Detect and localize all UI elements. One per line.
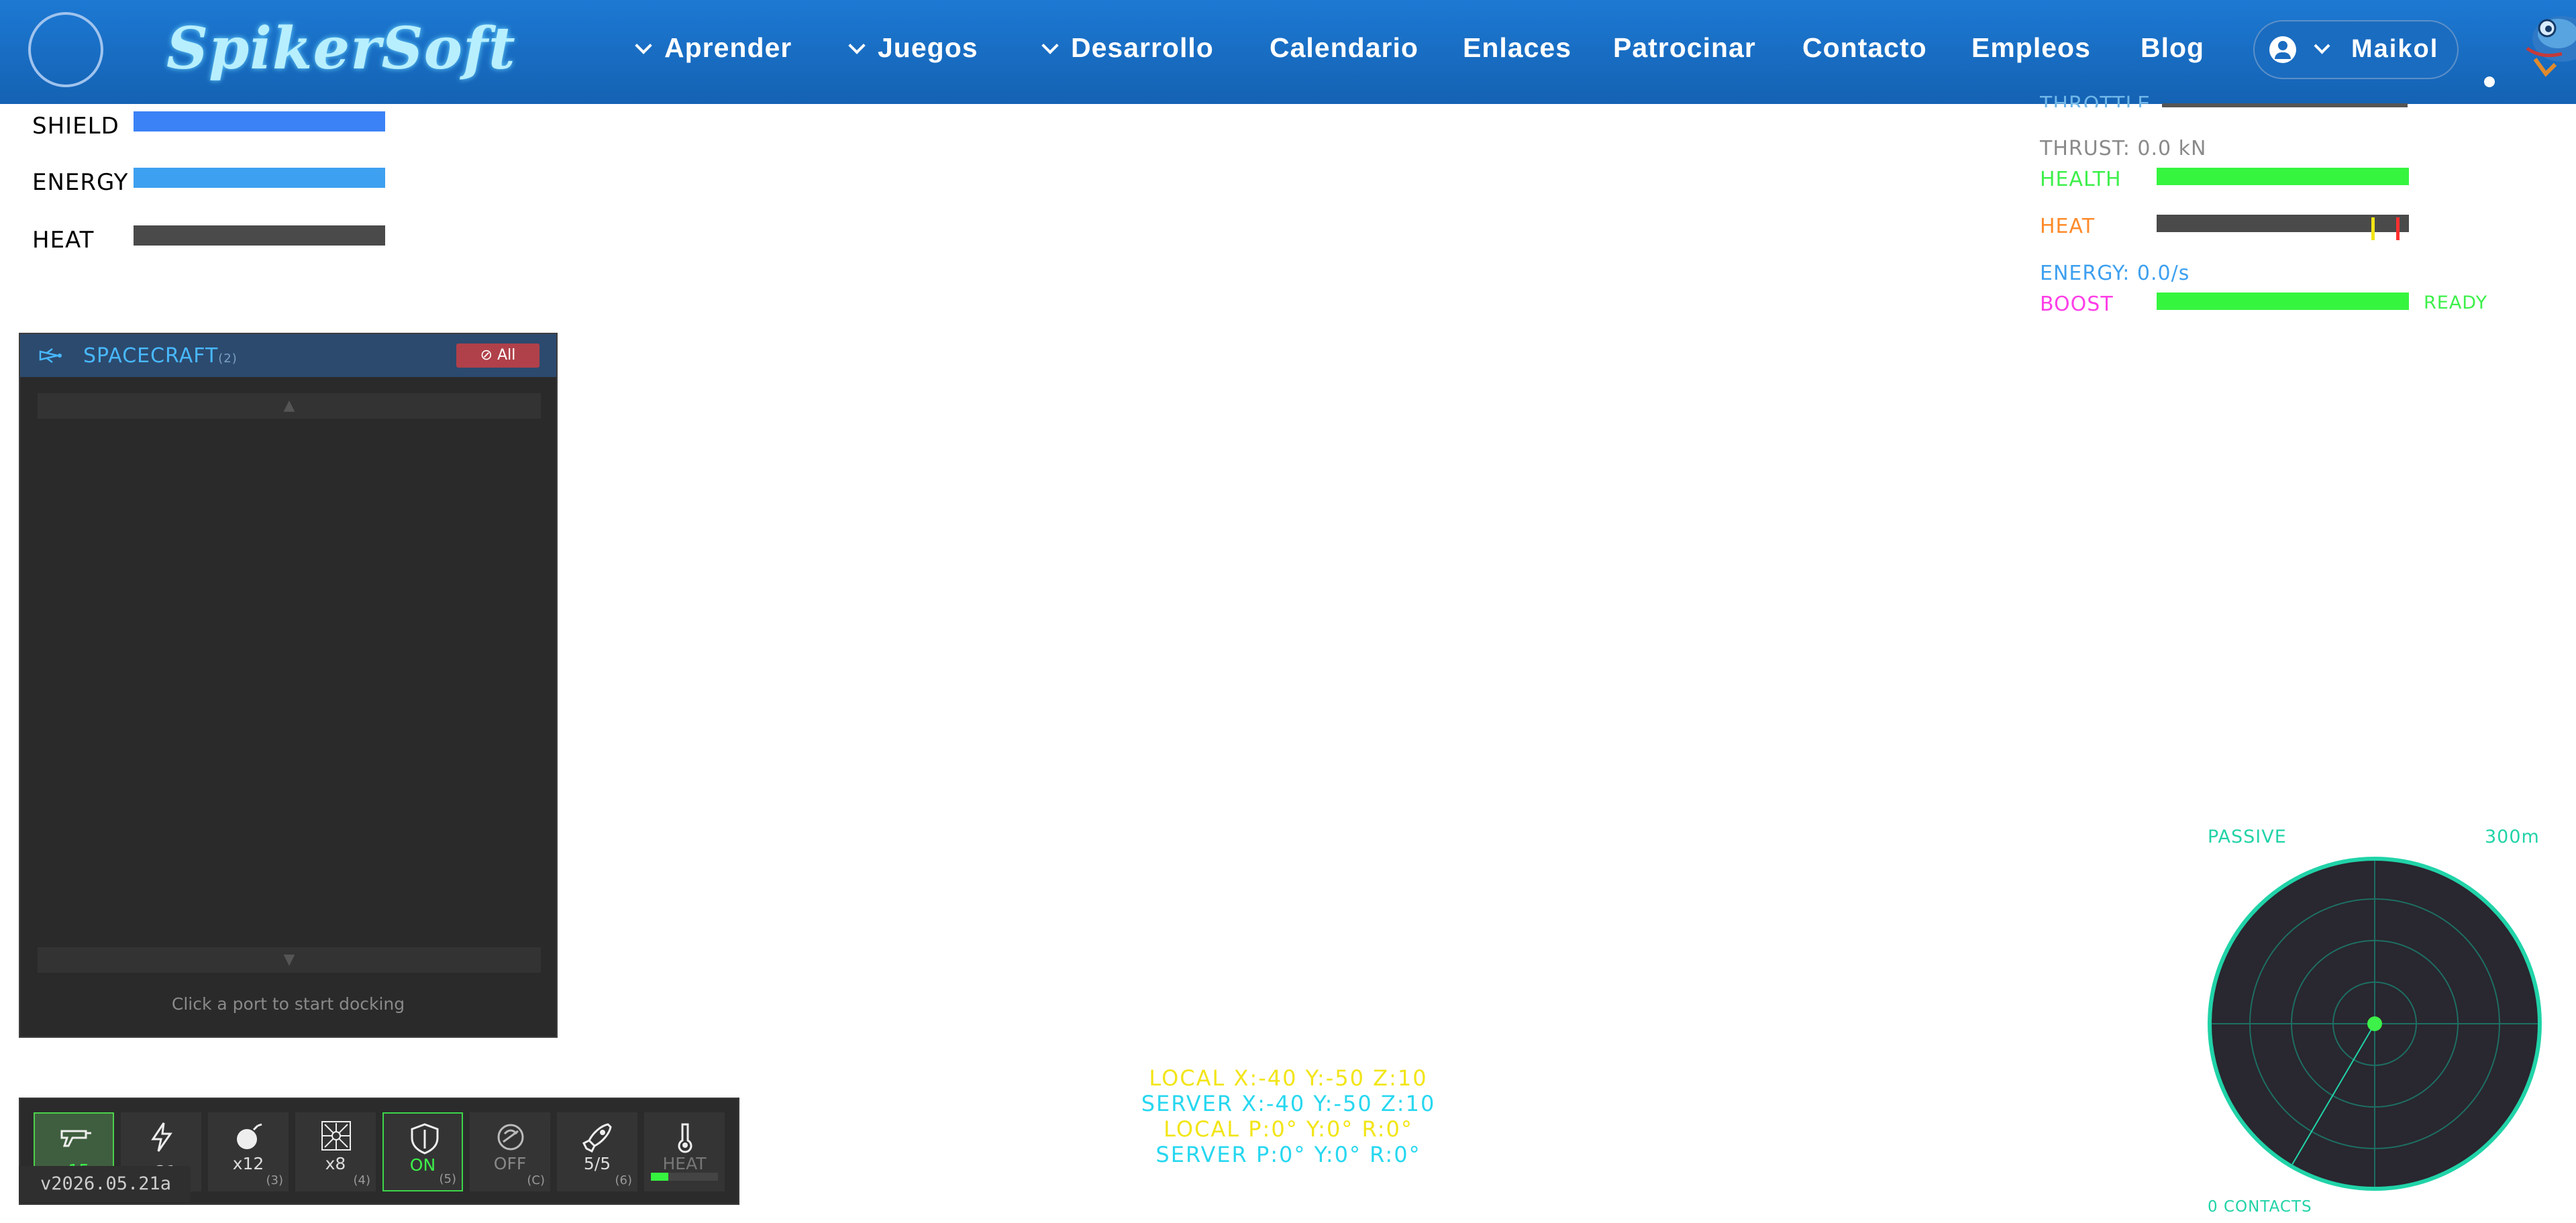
throttle-label: THROTTLE bbox=[2040, 93, 2151, 107]
heat-mini-bar bbox=[651, 1173, 718, 1181]
spacecraft-panel: SPACECRAFT(2) ⊘ All ▲ ▼ Click a port to … bbox=[19, 333, 558, 1038]
slot-key: (3) bbox=[266, 1173, 284, 1187]
nav-item-juegos[interactable]: Juegos bbox=[848, 32, 978, 64]
heat-label: HEAT bbox=[32, 227, 95, 254]
nav-item-blog[interactable]: Blog bbox=[2141, 32, 2204, 64]
hotbar-slot-burst[interactable]: x8 (4) bbox=[295, 1112, 376, 1191]
shield-bar bbox=[134, 111, 385, 131]
rocket-icon bbox=[582, 1123, 612, 1153]
version-label: v2026.05.21a bbox=[19, 1166, 191, 1202]
slot-count: x8 bbox=[325, 1154, 346, 1173]
spacecraft-count: (2) bbox=[218, 352, 238, 366]
slot-key: (5) bbox=[439, 1172, 457, 1186]
spacecraft-panel-title: SPACECRAFT(2) bbox=[83, 344, 238, 368]
chevron-down-icon bbox=[635, 37, 652, 54]
nav-item-empleos[interactable]: Empleos bbox=[1971, 32, 2091, 64]
local-rotation: LOCAL P:0° Y:0° R:0° bbox=[1164, 1116, 1413, 1142]
nav-item-enlaces[interactable]: Enlaces bbox=[1463, 32, 1572, 64]
throttle-bar bbox=[2162, 103, 2408, 107]
shield-label: SHIELD bbox=[32, 113, 119, 140]
chevron-down-icon bbox=[2314, 38, 2330, 54]
health-bar bbox=[2157, 168, 2409, 185]
radar-range[interactable]: 300m bbox=[2485, 827, 2540, 847]
radar-grid-icon bbox=[2212, 861, 2538, 1187]
local-position: LOCAL X:-40 Y:-50 Z:10 bbox=[1149, 1065, 1428, 1091]
bomb-icon bbox=[237, 1123, 262, 1149]
thermometer-icon bbox=[678, 1123, 692, 1153]
thrust-readout: THRUST: 0.0 kN bbox=[2040, 137, 2207, 160]
slot-key: (4) bbox=[353, 1173, 371, 1187]
spacecraft-panel-header: SPACECRAFT(2) ⊘ All bbox=[20, 334, 556, 377]
energy-label: ENERGY bbox=[32, 169, 129, 196]
health-label: HEALTH bbox=[2040, 168, 2122, 191]
user-circle-icon bbox=[2269, 36, 2296, 63]
slot-count: OFF bbox=[493, 1154, 527, 1173]
boost-bar bbox=[2157, 293, 2409, 310]
boost-label: BOOST bbox=[2040, 293, 2114, 316]
nav-item-calendario[interactable]: Calendario bbox=[1270, 32, 1419, 64]
slot-key: (6) bbox=[615, 1173, 633, 1187]
heat-critical-marker bbox=[2396, 217, 2400, 240]
slot-count: HEAT bbox=[662, 1154, 707, 1173]
burst-icon bbox=[321, 1121, 351, 1151]
server-position: SERVER X:-40 Y:-50 Z:10 bbox=[1141, 1091, 1436, 1116]
nav-item-aprender[interactable]: Aprender bbox=[635, 32, 792, 64]
chevron-down-icon bbox=[848, 37, 866, 54]
scroll-up-button[interactable]: ▲ bbox=[38, 393, 541, 419]
hotbar-slot-cloak[interactable]: OFF (C) bbox=[470, 1112, 550, 1191]
heat-warning-marker bbox=[2371, 217, 2375, 240]
user-menu-button[interactable]: Maikol bbox=[2253, 20, 2459, 79]
heat-readout-label: HEAT bbox=[2040, 215, 2096, 238]
logo-ring-icon[interactable] bbox=[28, 12, 103, 87]
slot-count: x12 bbox=[232, 1154, 264, 1173]
user-name: Maikol bbox=[2351, 35, 2439, 63]
lightning-icon bbox=[151, 1122, 172, 1152]
server-rotation: SERVER P:0° Y:0° R:0° bbox=[1155, 1142, 1421, 1167]
chevron-down-icon bbox=[1041, 37, 1059, 54]
site-header: SpikerSoft Aprender Juegos Desarrollo Ca… bbox=[0, 0, 2576, 104]
hotbar-slot-shield[interactable]: ON (5) bbox=[382, 1112, 463, 1191]
nav-item-contacto[interactable]: Contacto bbox=[1802, 32, 1927, 64]
cloak-icon bbox=[497, 1124, 524, 1151]
docking-hint: Click a port to start docking bbox=[171, 994, 405, 1014]
radar-contacts: 0 CONTACTS bbox=[2208, 1198, 2312, 1216]
hotbar-slot-bomb[interactable]: x12 (3) bbox=[208, 1112, 289, 1191]
filter-all-button[interactable]: ⊘ All bbox=[456, 343, 539, 368]
scroll-down-button[interactable]: ▼ bbox=[38, 947, 541, 973]
radar-mode[interactable]: PASSIVE bbox=[2208, 827, 2287, 847]
nav-item-desarrollo[interactable]: Desarrollo bbox=[1041, 32, 1214, 64]
heat-readout-bar bbox=[2157, 215, 2409, 240]
boost-status: READY bbox=[2424, 293, 2488, 313]
radar-scope[interactable] bbox=[2208, 857, 2542, 1191]
shield-icon bbox=[411, 1123, 439, 1155]
energy-bar bbox=[134, 168, 385, 188]
heat-bar bbox=[134, 225, 385, 246]
energy-readout: ENERGY: 0.0/s bbox=[2040, 262, 2190, 285]
site-logo[interactable]: SpikerSoft bbox=[166, 15, 516, 83]
status-dot bbox=[2484, 76, 2495, 87]
mascot-chameleon-icon[interactable] bbox=[2515, 7, 2576, 87]
nav-item-patrocinar[interactable]: Patrocinar bbox=[1613, 32, 1756, 64]
slot-count: 5/5 bbox=[583, 1154, 611, 1173]
spacecraft-icon bbox=[39, 348, 62, 363]
hotbar-slot-heat[interactable]: HEAT bbox=[644, 1112, 725, 1191]
hotbar-slot-rocket[interactable]: 5/5 (6) bbox=[557, 1112, 637, 1191]
blaster-icon bbox=[60, 1130, 91, 1147]
slot-key: (C) bbox=[527, 1173, 545, 1187]
